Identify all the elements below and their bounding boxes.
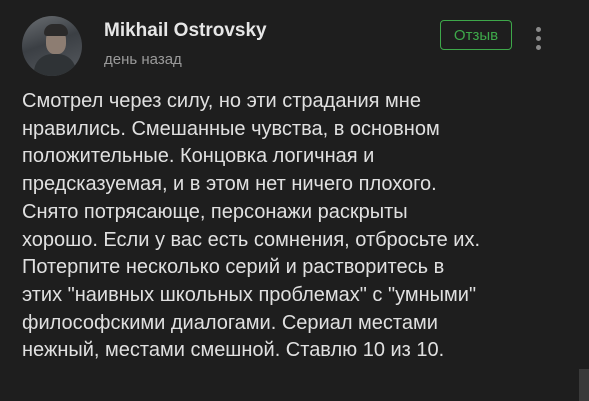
review-line: Смотрел через силу, но эти страдания мне: [22, 90, 421, 112]
review-line: нравились. Смешанные чувства, в основном: [22, 117, 440, 140]
review-line: хорошо. Если у вас есть сомнения, отброс…: [22, 228, 481, 251]
scrollbar-thumb[interactable]: [579, 369, 589, 401]
timestamp: день назад: [104, 51, 182, 68]
review-text: Смотрел через силу, но эти страдания мне…: [22, 88, 562, 365]
review-line: Снято потрясающе, персонажи раскрыты: [22, 200, 408, 223]
kebab-menu-icon[interactable]: [526, 24, 550, 54]
review-line: этих "наивных школьных проблемах" с "умн…: [22, 283, 477, 306]
review-line: философскими диалогами. Сериал местами: [22, 311, 438, 334]
avatar-hair: [44, 24, 68, 36]
avatar-body: [34, 54, 76, 76]
avatar[interactable]: [22, 16, 82, 76]
review-line: Потерпите несколько серий и растворитесь…: [22, 256, 445, 279]
review-type-badge: Отзыв: [440, 20, 512, 50]
author-name[interactable]: Mikhail Ostrovsky: [104, 20, 267, 42]
review-line: нежный, местами смешной. Ставлю 10 из 10…: [22, 339, 445, 362]
review-line: предсказуемая, и в этом нет ничего плохо…: [22, 173, 437, 196]
review-line: положительные. Концовка логичная и: [22, 145, 375, 168]
